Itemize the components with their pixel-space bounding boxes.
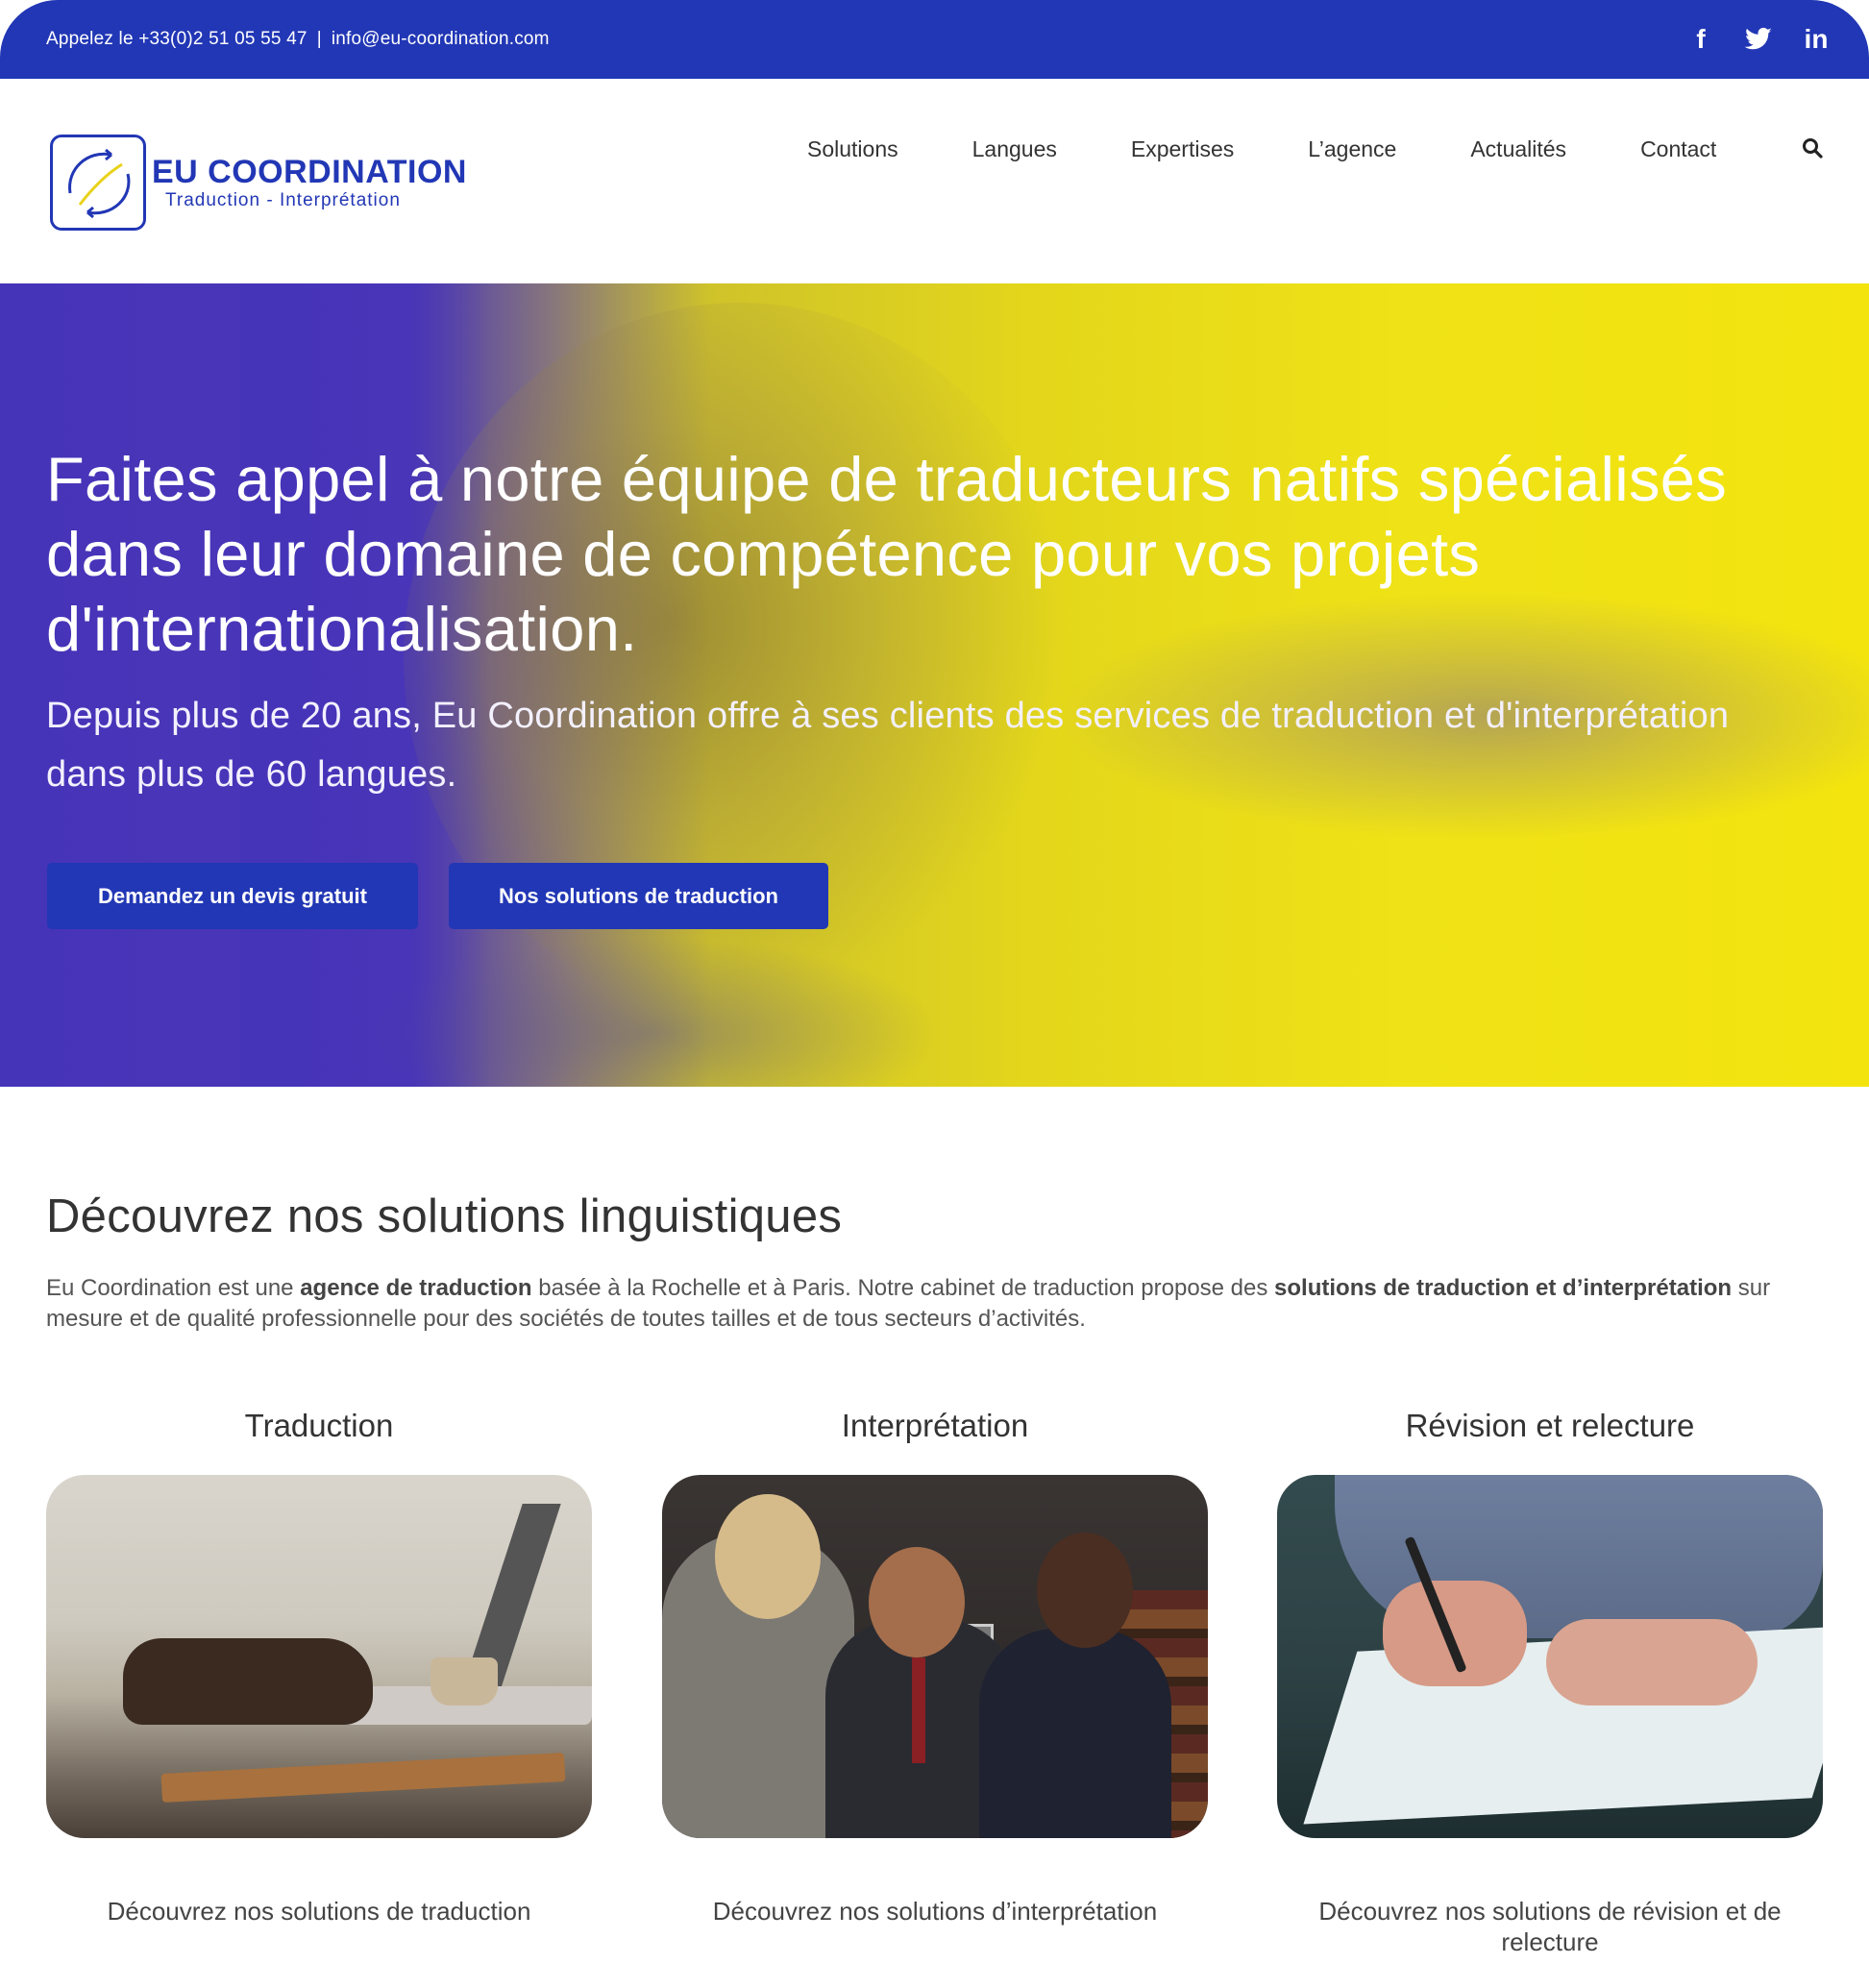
separator: | (316, 29, 322, 49)
card-image-writing[interactable] (1277, 1475, 1823, 1838)
card-interpretation[interactable]: Interprétation Découvrez nos solutions d… (662, 1408, 1208, 1927)
nav-item-langues[interactable]: Langues (972, 136, 1057, 162)
facebook-icon[interactable]: f (1686, 23, 1715, 56)
card-image-typing[interactable] (46, 1475, 592, 1838)
logo[interactable]: EU COORDINATION Traduction - Interprétat… (50, 135, 467, 231)
linkedin-icon[interactable]: in (1802, 23, 1831, 56)
main-nav: Solutions Langues Expertises L’agence Ac… (807, 136, 1823, 162)
intro-bold-solutions: solutions de traduction et d’interprétat… (1274, 1275, 1733, 1301)
card-title[interactable]: Révision et relecture (1277, 1408, 1823, 1475)
logo-text: EU COORDINATION Traduction - Interprétat… (152, 154, 467, 211)
hero-banner: Faites appel à notre équipe de traducteu… (0, 283, 1869, 1087)
twitter-icon[interactable] (1744, 23, 1773, 56)
card-link[interactable]: Découvrez nos solutions de traduction (46, 1896, 592, 1927)
contact-info: Appelez le +33(0)2 51 05 55 47 | info@eu-c… (46, 29, 550, 50)
card-link[interactable]: Découvrez nos solutions d’interprétation (662, 1896, 1208, 1927)
logo-subtitle: Traduction - Interprétation (165, 190, 401, 210)
social-links: f in (1686, 23, 1831, 56)
nav-item-actualites[interactable]: Actualités (1470, 136, 1566, 162)
nav-item-solutions[interactable]: Solutions (807, 136, 898, 162)
card-image-meeting[interactable] (662, 1475, 1208, 1838)
section-title: Découvrez nos solutions linguistiques (46, 1190, 843, 1242)
quote-button[interactable]: Demandez un devis gratuit (47, 863, 418, 929)
top-bar: Appelez le +33(0)2 51 05 55 47 | info@eu-c… (0, 0, 1869, 79)
nav-item-contact[interactable]: Contact (1640, 136, 1716, 162)
card-title[interactable]: Interprétation (662, 1408, 1208, 1475)
solutions-button[interactable]: Nos solutions de traduction (449, 863, 828, 929)
email-link[interactable]: info@eu-coordination.com (332, 29, 550, 50)
card-link[interactable]: Découvrez nos solutions de révision et d… (1277, 1896, 1823, 1957)
card-title[interactable]: Traduction (46, 1408, 592, 1475)
section-intro: Eu Coordination est une agence de traduc… (46, 1275, 1771, 1332)
nav-item-expertises[interactable]: Expertises (1131, 136, 1234, 162)
nav-item-agence[interactable]: L’agence (1308, 136, 1396, 162)
intro-bold-agency: agence de traduction (300, 1275, 532, 1301)
site-header: EU COORDINATION Traduction - Interprétat… (0, 79, 1869, 283)
logo-title: EU COORDINATION (152, 154, 467, 190)
card-revision[interactable]: Révision et relecture Découvrez nos solu… (1277, 1408, 1823, 1957)
phone-link[interactable]: Appelez le +33(0)2 51 05 55 47 (46, 29, 307, 50)
card-traduction[interactable]: Traduction Découvrez nos solutions de tr… (46, 1408, 592, 1927)
hero-subheading: Depuis plus de 20 ans, Eu Coordination o… (46, 696, 1730, 795)
logo-icon (50, 135, 146, 231)
search-icon[interactable] (1801, 136, 1826, 161)
hero-heading: Faites appel à notre équipe de traducteu… (46, 444, 1728, 664)
